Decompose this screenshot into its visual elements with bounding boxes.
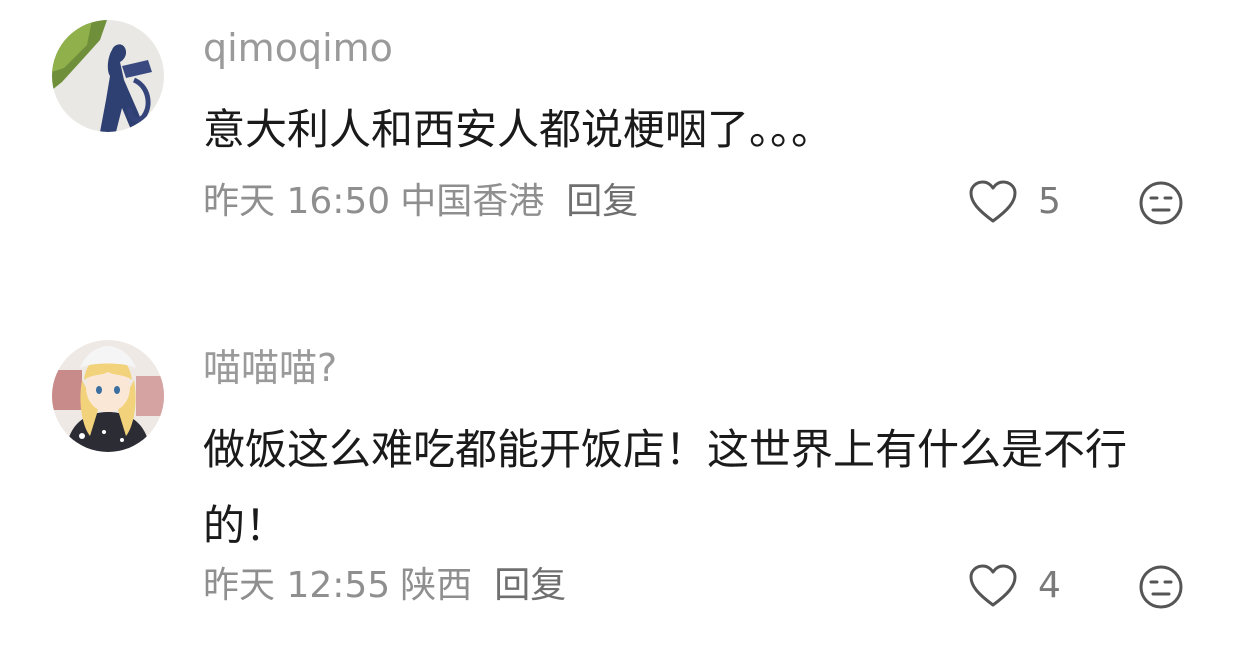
comment-meta: 昨天 16:50 中国香港 回复	[203, 178, 638, 226]
comment-location: 陕西	[400, 565, 473, 606]
reply-button[interactable]: 回复	[494, 562, 566, 610]
user-avatar[interactable]	[52, 340, 164, 452]
meh-face-icon	[1139, 181, 1183, 225]
like-count: 4	[1038, 565, 1061, 606]
username[interactable]: qimoqimo	[203, 24, 393, 72]
username[interactable]: 喵喵喵?	[203, 344, 337, 392]
comment-time: 昨天 16:50	[203, 181, 391, 222]
heart-icon	[969, 180, 1017, 223]
comment-location: 中国香港	[400, 181, 545, 222]
reply-button[interactable]: 回复	[566, 178, 638, 226]
comment-time: 昨天 12:55	[203, 565, 391, 606]
like-button[interactable]: 5	[968, 178, 1061, 226]
comment-text: 意大利人和西安人都说梗咽了。。。	[203, 105, 834, 154]
like-button[interactable]: 4	[968, 562, 1061, 610]
comment-text: 做饭这么难吃都能开饭店！这世界上有什么是不行的！	[203, 425, 1128, 550]
emoji-reaction-button[interactable]	[1138, 564, 1184, 610]
silhouette-avatar-icon	[52, 20, 164, 132]
comment-item: 喵喵喵? 做饭这么难吃都能开饭店！这世界上有什么是不行的！ 昨天 12:55 陕…	[0, 320, 1260, 671]
comment-meta: 昨天 12:55 陕西 回复	[203, 562, 566, 610]
anime-girl-avatar-icon	[52, 340, 164, 452]
heart-icon	[969, 564, 1017, 607]
comment-item: qimoqimo 意大利人和西安人都说梗咽了。。。 昨天 16:50 中国香港 …	[0, 0, 1260, 260]
meh-face-icon	[1139, 565, 1183, 609]
user-avatar[interactable]	[52, 20, 164, 132]
emoji-reaction-button[interactable]	[1138, 180, 1184, 226]
like-count: 5	[1038, 181, 1061, 222]
